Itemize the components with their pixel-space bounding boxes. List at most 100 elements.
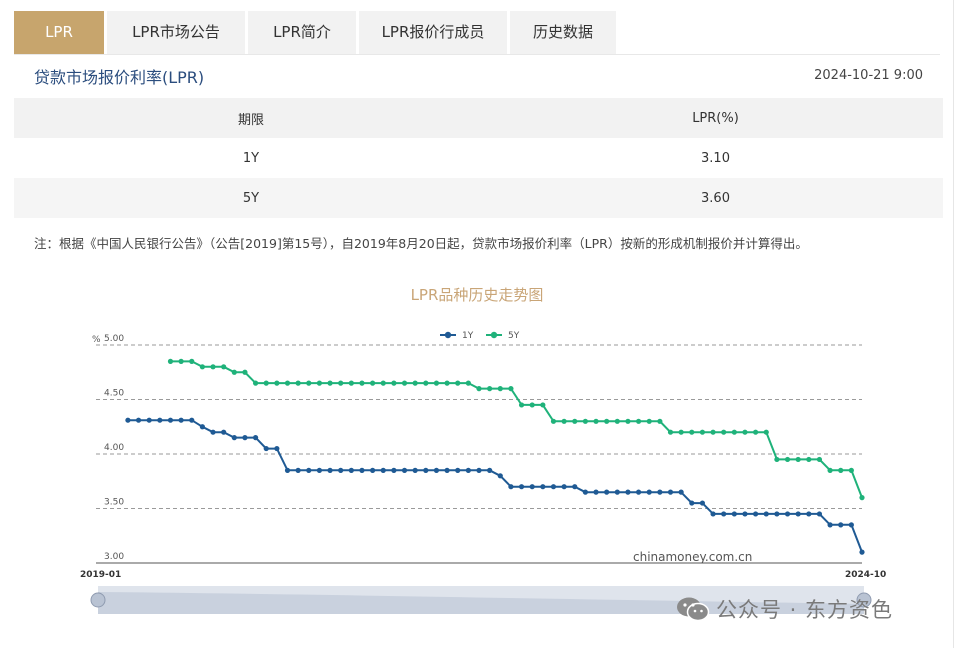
data-point-1Y — [710, 511, 716, 517]
data-point-1Y — [763, 511, 769, 517]
data-point-5Y — [221, 364, 227, 370]
data-point-5Y — [444, 380, 450, 386]
y-tick-label: 3.50 — [104, 498, 124, 508]
data-point-5Y — [742, 429, 748, 435]
data-point-1Y — [806, 511, 812, 517]
data-point-1Y — [667, 489, 674, 495]
data-point-5Y — [667, 429, 674, 435]
data-point-5Y — [806, 456, 812, 463]
data-point-1Y — [274, 445, 280, 452]
data-point-5Y — [848, 467, 854, 473]
data-point-1Y — [604, 489, 610, 495]
legend-label-1Y: 1Y — [462, 331, 474, 341]
data-point-1Y — [189, 417, 195, 423]
data-point-1Y — [540, 484, 546, 490]
data-point-1Y — [359, 467, 365, 473]
data-point-5Y — [167, 358, 174, 364]
data-point-5Y — [689, 429, 695, 435]
chart-title: LPR品种历史走势图 — [410, 286, 544, 304]
tab-lpr-intro[interactable]: LPR简介 — [248, 11, 356, 54]
series-line-5Y — [170, 360, 863, 498]
x-tick-label: 2024-10 — [845, 570, 886, 580]
data-point-5Y — [359, 380, 365, 386]
data-point-1Y — [742, 511, 748, 517]
data-point-1Y — [370, 467, 376, 473]
data-point-5Y — [242, 369, 248, 375]
data-point-5Y — [774, 456, 780, 463]
y-tick-label: 4.00 — [104, 443, 124, 453]
data-point-1Y — [625, 489, 631, 495]
legend-marker-5Y — [490, 331, 498, 339]
cell-term: 1Y — [242, 150, 260, 166]
data-point-1Y — [593, 489, 599, 495]
tab-history-data[interactable]: 历史数据 — [510, 11, 616, 54]
source-label: chinamoney.com.cn — [633, 550, 752, 564]
data-point-5Y — [699, 429, 706, 435]
data-point-1Y — [306, 467, 312, 473]
data-point-5Y — [295, 380, 301, 386]
table-row: 1Y 3.10 — [14, 138, 943, 178]
data-point-1Y — [295, 467, 301, 473]
data-point-1Y — [221, 429, 227, 435]
data-point-5Y — [518, 402, 525, 408]
data-point-5Y — [465, 380, 471, 386]
data-point-1Y — [263, 445, 269, 452]
data-point-5Y — [231, 369, 237, 375]
update-timestamp: 2024-10-21 9:00 — [814, 68, 923, 83]
data-point-1Y — [721, 511, 727, 517]
footnote: 注：根据《中国人民银行公告》（公告[2019]第15号），自2019年8月20日… — [34, 236, 808, 251]
cell-rate: 3.10 — [701, 150, 730, 166]
rate-table: 期限 LPR(%) 1Y 3.10 5Y 3.60 — [14, 98, 943, 218]
data-point-1Y — [455, 467, 461, 473]
tab-lpr-members[interactable]: LPR报价行成员 — [359, 11, 507, 54]
table-row: 5Y 3.60 — [14, 178, 943, 218]
y-axis-unit: % — [92, 335, 101, 345]
data-point-1Y — [316, 467, 323, 473]
data-point-5Y — [529, 402, 535, 408]
data-point-1Y — [199, 424, 205, 430]
range-handle-left[interactable] — [90, 592, 106, 608]
data-point-5Y — [497, 386, 503, 392]
tab-lpr[interactable]: LPR — [14, 11, 104, 54]
data-point-5Y — [401, 380, 408, 386]
data-point-5Y — [316, 380, 323, 386]
data-point-5Y — [327, 380, 333, 386]
data-point-5Y — [646, 418, 652, 424]
data-point-1Y — [753, 511, 759, 517]
data-point-5Y — [572, 418, 578, 424]
data-point-1Y — [380, 467, 386, 473]
data-point-1Y — [784, 511, 791, 517]
data-point-5Y — [199, 364, 205, 370]
data-point-5Y — [455, 380, 461, 386]
data-point-1Y — [561, 484, 567, 490]
data-point-1Y — [476, 467, 482, 473]
data-point-1Y — [135, 417, 142, 423]
data-point-1Y — [391, 467, 397, 473]
data-point-1Y — [167, 417, 174, 423]
data-point-1Y — [465, 467, 471, 473]
x-tick-label: 2019-01 — [80, 570, 121, 580]
data-point-5Y — [423, 380, 429, 386]
data-point-1Y — [487, 467, 493, 473]
data-point-5Y — [550, 418, 557, 424]
tab-lpr-announcement[interactable]: LPR市场公告 — [107, 11, 245, 54]
section-title: 贷款市场报价利率(LPR) — [34, 68, 205, 87]
data-point-1Y — [497, 473, 503, 479]
data-point-1Y — [242, 435, 248, 441]
data-point-5Y — [753, 429, 759, 435]
data-point-1Y — [731, 511, 737, 517]
data-point-5Y — [784, 456, 791, 463]
data-point-1Y — [252, 435, 259, 441]
data-point-5Y — [210, 364, 216, 370]
series-line-1Y — [127, 419, 863, 553]
data-point-5Y — [412, 380, 418, 386]
data-point-1Y — [231, 435, 237, 441]
data-point-1Y — [508, 484, 514, 490]
data-point-5Y — [795, 456, 801, 463]
y-tick-label: 3.00 — [104, 552, 124, 562]
data-point-1Y — [284, 467, 291, 473]
wechat-icon — [677, 597, 710, 622]
cell-rate: 3.60 — [701, 190, 730, 206]
legend-marker-1Y — [444, 331, 452, 339]
data-point-1Y — [529, 484, 535, 490]
